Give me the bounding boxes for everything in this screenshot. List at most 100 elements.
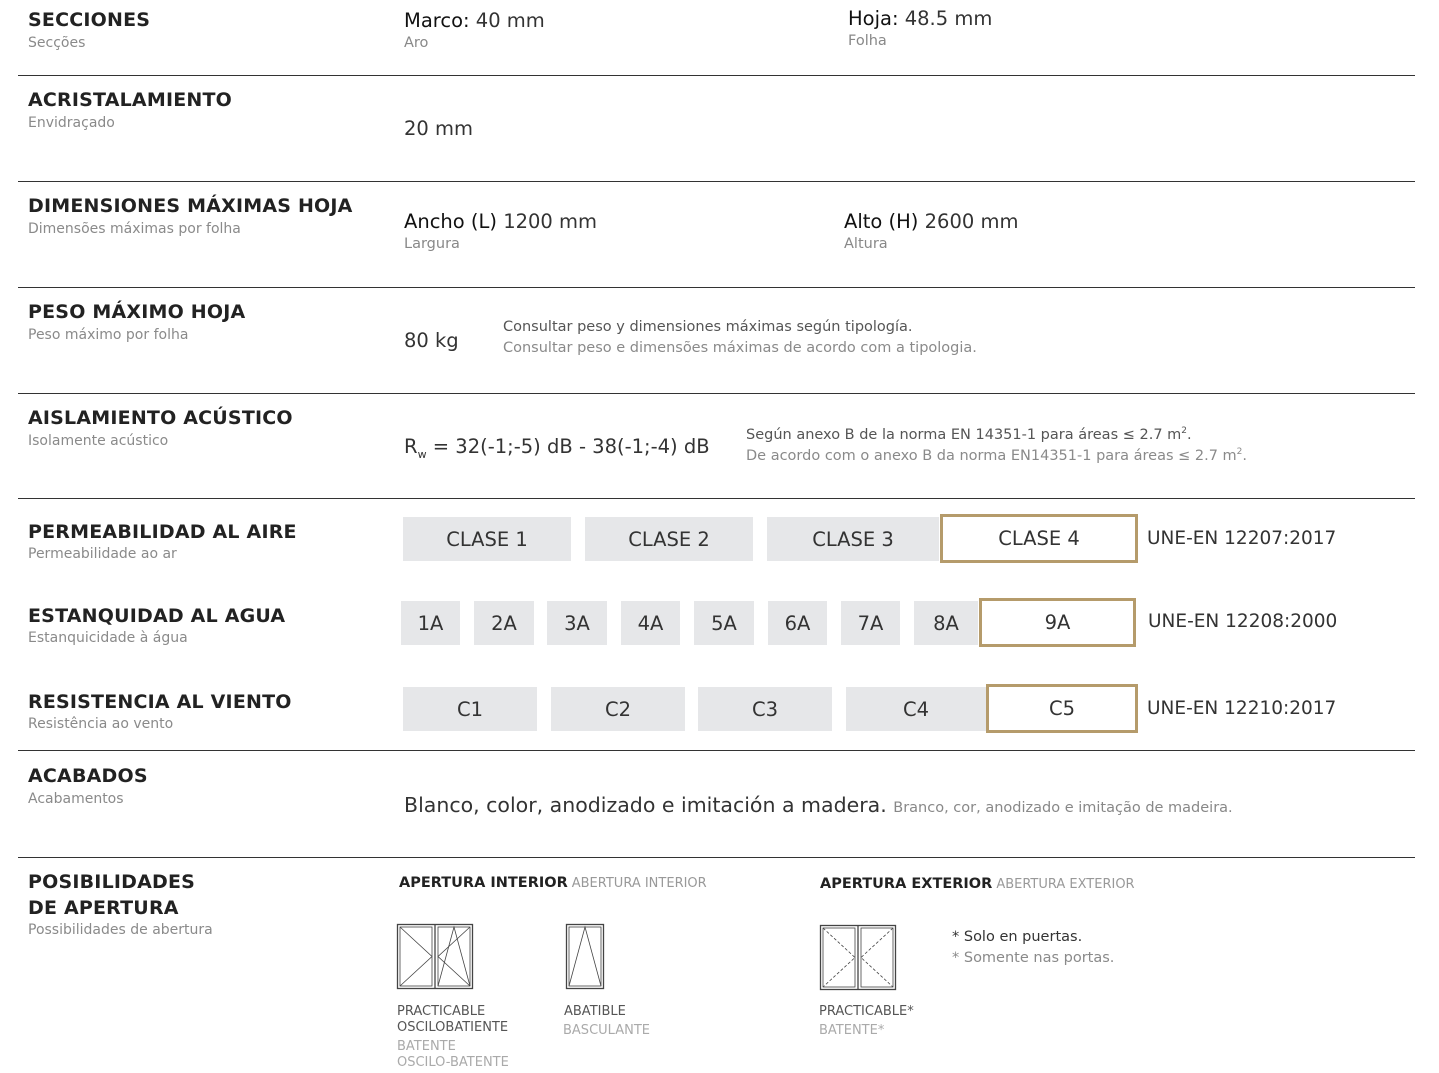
r-symbol: R xyxy=(404,435,418,458)
resistencia-title: RESISTENCIA AL VIENTO xyxy=(28,691,292,713)
icon1-label-pt-1: BATENTE xyxy=(397,1039,456,1054)
aislamiento-note-pt-end: . xyxy=(1242,447,1248,464)
abatible-icon xyxy=(565,923,605,990)
secciones-subtitle: Secções xyxy=(28,35,86,51)
hoja-number: 48.5 mm xyxy=(904,7,993,30)
acristalamiento-value: 20 mm xyxy=(404,117,474,140)
aislamiento-title: AISLAMIENTO ACÚSTICO xyxy=(28,407,293,429)
alto-value: Alto (H) 2600 mm xyxy=(844,210,1018,233)
marco-label: Marco: xyxy=(404,9,470,32)
icon1-label-pt-2: OSCILO-BATENTE xyxy=(397,1055,509,1070)
ancho-sub: Largura xyxy=(404,236,460,252)
hoja-label: Hoja: xyxy=(848,7,899,30)
marco-value: Marco: 40 mm xyxy=(404,9,545,32)
hoja-sub: Folha xyxy=(848,33,887,49)
icon3-label-pt: BATENTE* xyxy=(819,1023,885,1038)
class-box-9a-selected: 9A xyxy=(979,598,1136,647)
peso-note-pt: Consultar peso e dimensões máximas de ac… xyxy=(503,340,977,356)
acabados-subtitle: Acabamentos xyxy=(28,791,124,807)
divider xyxy=(18,498,1415,499)
aislamiento-note-es-end: . xyxy=(1187,426,1192,443)
estanquidad-title: ESTANQUIDAD AL AGUA xyxy=(28,605,286,627)
apertura-interior-label: APERTURA INTERIOR ABERTURA INTERIOR xyxy=(399,875,707,891)
peso-title: PESO MÁXIMO HOJA xyxy=(28,301,246,323)
apertura-exterior-label-es: APERTURA EXTERIOR xyxy=(820,876,993,892)
class-box-c5-selected: C5 xyxy=(986,684,1138,733)
ancho-value: Ancho (L) 1200 mm xyxy=(404,210,597,233)
apertura-exterior-label-pt: ABERTURA EXTERIOR xyxy=(996,877,1135,892)
class-box-2a: 2A xyxy=(474,601,534,645)
acristalamiento-subtitle: Envidraçado xyxy=(28,115,115,131)
alto-number: 2600 mm xyxy=(924,210,1019,233)
class-box-clase-2: CLASE 2 xyxy=(585,517,753,561)
icon1-label-es-2: OSCILOBATIENTE xyxy=(397,1020,509,1035)
class-box-7a: 7A xyxy=(841,601,900,645)
aislamiento-subtitle: Isolamente acústico xyxy=(28,433,169,449)
class-box-4a: 4A xyxy=(621,601,680,645)
estanquidad-standard: UNE-EN 12208:2000 xyxy=(1148,611,1338,632)
divider xyxy=(18,857,1415,858)
alto-sub: Altura xyxy=(844,236,888,252)
acabados-value: Blanco, color, anodizado e imitación a m… xyxy=(404,793,1233,817)
r-subscript: w xyxy=(417,447,427,461)
resistencia-subtitle: Resistência ao vento xyxy=(28,716,174,732)
apertura-interior-label-es: APERTURA INTERIOR xyxy=(399,875,568,891)
acabados-value-es: Blanco, color, anodizado e imitación a m… xyxy=(404,793,887,817)
estanquidad-subtitle: Estanquicidade à água xyxy=(28,630,188,646)
apertura-subtitle: Possibilidades de abertura xyxy=(28,922,213,938)
permeabilidad-subtitle: Permeabilidade ao ar xyxy=(28,546,177,562)
footnote-pt: * Somente nas portas. xyxy=(952,950,1115,966)
resistencia-standard: UNE-EN 12210:2017 xyxy=(1147,698,1337,719)
dimensiones-subtitle: Dimensões máximas por folha xyxy=(28,221,241,237)
class-box-6a: 6A xyxy=(768,601,827,645)
class-box-c1: C1 xyxy=(403,687,537,731)
peso-subtitle: Peso máximo por folha xyxy=(28,327,189,343)
peso-note-es: Consultar peso y dimensiones máximas seg… xyxy=(503,319,913,335)
apertura-title-line1: POSIBILIDADES xyxy=(28,871,196,893)
icon3-label-es: PRACTICABLE* xyxy=(819,1004,914,1019)
r-value: = 32(-1;-5) dB - 38(-1;-4) dB xyxy=(432,435,710,458)
class-box-c3: C3 xyxy=(698,687,832,731)
hoja-value: Hoja: 48.5 mm xyxy=(848,7,992,30)
acabados-title: ACABADOS xyxy=(28,765,148,787)
permeabilidad-title: PERMEABILIDAD AL AIRE xyxy=(28,521,297,543)
class-box-c4: C4 xyxy=(846,687,986,731)
acristalamiento-title: ACRISTALAMIENTO xyxy=(28,89,233,111)
aislamiento-note-pt-text: De acordo com o anexo B da norma EN14351… xyxy=(746,447,1237,464)
icon2-label-es: ABATIBLE xyxy=(564,1004,626,1019)
class-box-clase-3: CLASE 3 xyxy=(767,517,939,561)
icon1-label-es-1: PRACTICABLE xyxy=(397,1004,486,1019)
class-box-c2: C2 xyxy=(551,687,685,731)
apertura-exterior-label: APERTURA EXTERIOR ABERTURA EXTERIOR xyxy=(820,876,1135,892)
permeabilidad-standard: UNE-EN 12207:2017 xyxy=(1147,528,1337,549)
marco-number: 40 mm xyxy=(475,9,545,32)
footnote-es: * Solo en puertas. xyxy=(952,929,1083,945)
divider xyxy=(18,287,1415,288)
practicable-oscilobatiente-icon xyxy=(396,923,474,990)
class-box-3a: 3A xyxy=(547,601,607,645)
peso-value: 80 kg xyxy=(404,329,459,352)
acabados-value-pt: Branco, cor, anodizado e imitação de mad… xyxy=(893,800,1233,816)
alto-label: Alto (H) xyxy=(844,210,919,233)
class-box-clase-1: CLASE 1 xyxy=(403,517,571,561)
class-box-1a: 1A xyxy=(401,601,460,645)
aislamiento-note-es: Según anexo B de la norma EN 14351-1 par… xyxy=(746,426,1192,443)
icon2-label-pt: BASCULANTE xyxy=(563,1023,650,1038)
aislamiento-value: Rw = 32(-1;-5) dB - 38(-1;-4) dB xyxy=(404,435,710,461)
practicable-exterior-icon xyxy=(819,924,897,991)
class-box-5a: 5A xyxy=(694,601,754,645)
ancho-label: Ancho (L) xyxy=(404,210,497,233)
secciones-title: SECCIONES xyxy=(28,9,151,31)
aislamiento-note-es-text: Según anexo B de la norma EN 14351-1 par… xyxy=(746,426,1182,443)
marco-sub: Aro xyxy=(404,35,429,51)
divider xyxy=(18,75,1415,76)
apertura-interior-label-pt: ABERTURA INTERIOR xyxy=(571,876,707,891)
divider xyxy=(18,181,1415,182)
divider xyxy=(18,750,1415,751)
class-box-8a: 8A xyxy=(914,601,978,645)
dimensiones-title: DIMENSIONES MÁXIMAS HOJA xyxy=(28,195,353,217)
class-box-clase-4-selected: CLASE 4 xyxy=(940,514,1138,563)
aislamiento-note-pt: De acordo com o anexo B da norma EN14351… xyxy=(746,447,1247,464)
apertura-title-line2: DE APERTURA xyxy=(28,897,179,919)
divider xyxy=(18,393,1415,394)
